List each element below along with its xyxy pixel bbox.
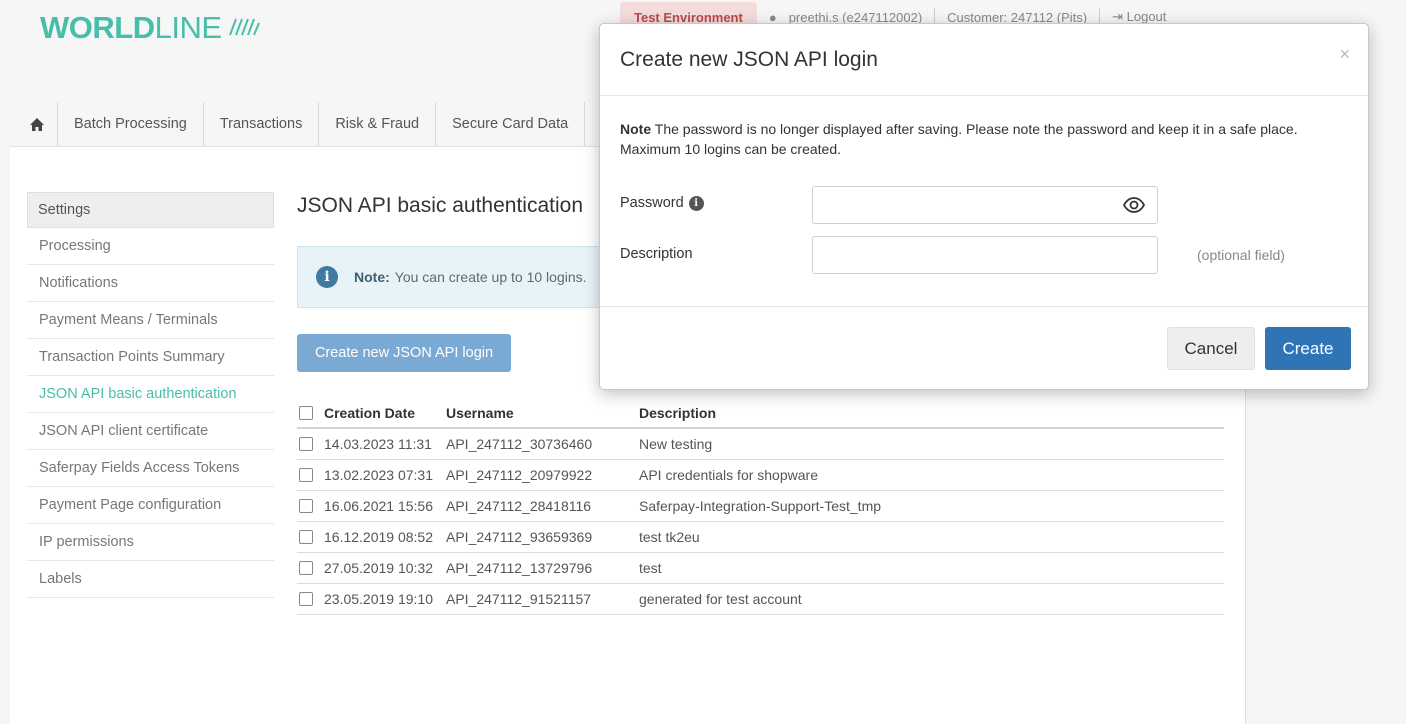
nav-home[interactable] [16,102,58,146]
row-checkbox[interactable] [299,437,313,451]
cell-description: Saferpay-Integration-Support-Test_tmp [639,498,882,514]
sidebar-item-labels[interactable]: Labels [27,561,274,598]
logo-text-thin: LINE [154,10,222,45]
cell-username: API_247112_28418116 [446,498,592,514]
password-input[interactable] [812,186,1158,224]
cell-description: API credentials for shopware [639,467,818,483]
info-note: i Note: You can create up to 10 logins. [297,246,607,308]
sidebar-item-json-api-basic-auth[interactable]: JSON API basic authentication [27,376,274,413]
cell-username: API_247112_30736460 [446,436,593,452]
info-icon[interactable]: i [688,195,704,211]
sidebar-item-transaction-points[interactable]: Transaction Points Summary [27,339,274,376]
info-icon: i [316,266,338,288]
select-all-checkbox[interactable] [299,406,313,420]
cell-date: 16.12.2019 08:52 [324,529,433,545]
modal-note: Note The password is no longer displayed… [620,119,1340,159]
cell-date: 27.05.2019 10:32 [324,560,433,576]
create-login-modal: Create new JSON API login × Note The pas… [599,23,1369,390]
sidebar-item-ip-permissions[interactable]: IP permissions [27,524,274,561]
sidebar-item-notifications[interactable]: Notifications [27,265,274,302]
cell-date: 23.05.2019 19:10 [324,591,433,607]
cell-username: API_247112_93659369 [446,529,593,545]
logo-text-bold: WORLD [40,10,155,45]
cell-description: test [639,560,662,576]
row-checkbox[interactable] [299,468,313,482]
note-bold: Note: [354,269,390,285]
cell-description: test tk2eu [639,529,700,545]
modal-header: Create new JSON API login × [600,24,1368,96]
description-label-text: Description [620,246,693,262]
page-title: JSON API basic authentication [297,194,583,217]
modal-title: Create new JSON API login [620,48,878,71]
cell-date: 14.03.2023 11:31 [324,436,432,452]
row-checkbox[interactable] [299,499,313,513]
column-header-description[interactable]: Description [639,405,1224,421]
table-row[interactable]: 13.02.2023 07:31 API_247112_20979922 API… [297,460,1224,491]
worldline-wave-icon [228,15,264,42]
cell-username: API_247112_91521157 [446,591,592,607]
table-row[interactable]: 23.05.2019 19:10 API_247112_91521157 gen… [297,584,1224,615]
create-button[interactable]: Create [1265,327,1351,370]
nav-risk-fraud[interactable]: Risk & Fraud [319,102,437,146]
nav-batch-processing[interactable]: Batch Processing [58,102,204,146]
sidebar-item-saferpay-fields[interactable]: Saferpay Fields Access Tokens [27,450,274,487]
sidebar-heading: Settings [27,192,274,228]
description-input[interactable] [812,236,1158,274]
modal-note-text: The password is no longer displayed afte… [620,121,1298,157]
row-checkbox[interactable] [299,561,313,575]
settings-sidebar: Settings Processing Notifications Paymen… [27,192,274,598]
home-icon [29,117,44,131]
sidebar-item-processing[interactable]: Processing [27,228,274,265]
eye-icon[interactable] [1122,193,1146,217]
row-checkbox[interactable] [299,592,313,606]
description-label: Description [620,246,693,262]
password-label-text: Password [620,195,684,211]
logout-icon: ⇥ [1112,9,1124,24]
password-label: Password i [620,195,704,211]
sidebar-item-payment-means[interactable]: Payment Means / Terminals [27,302,274,339]
column-header-username[interactable]: Username [446,405,639,421]
logins-table: Creation Date Username Description 14.03… [297,399,1224,615]
table-row[interactable]: 27.05.2019 10:32 API_247112_13729796 tes… [297,553,1224,584]
cell-description: New testing [639,436,713,452]
sidebar-item-payment-page-config[interactable]: Payment Page configuration [27,487,274,524]
logout-label: Logout [1126,9,1167,24]
note-text: You can create up to 10 logins. [394,269,587,285]
create-json-api-login-button[interactable]: Create new JSON API login [297,334,511,372]
cell-username: API_247112_13729796 [446,560,593,576]
cell-username: API_247112_20979922 [446,467,593,483]
sidebar-item-json-api-client-cert[interactable]: JSON API client certificate [27,413,274,450]
column-header-date[interactable]: Creation Date [324,405,446,421]
modal-footer: Cancel Create [600,306,1368,390]
nav-transactions[interactable]: Transactions [203,102,320,146]
table-row[interactable]: 16.06.2021 15:56 API_247112_28418116 Saf… [297,491,1224,522]
table-row[interactable]: 14.03.2023 11:31 API_247112_30736460 New… [297,429,1224,460]
worldline-logo: WORLD LINE [40,10,264,46]
table-row[interactable]: 16.12.2019 08:52 API_247112_93659369 tes… [297,522,1224,553]
optional-field-hint: (optional field) [1197,247,1285,263]
cell-date: 13.02.2023 07:31 [324,467,433,483]
cell-description: generated for test account [639,591,802,607]
close-icon[interactable]: × [1339,44,1350,65]
modal-note-bold: Note [620,121,652,137]
row-checkbox[interactable] [299,530,313,544]
cell-date: 16.06.2021 15:56 [324,498,433,514]
cancel-button[interactable]: Cancel [1167,327,1255,370]
nav-secure-card-data[interactable]: Secure Card Data [436,102,586,146]
table-header: Creation Date Username Description [297,399,1224,429]
